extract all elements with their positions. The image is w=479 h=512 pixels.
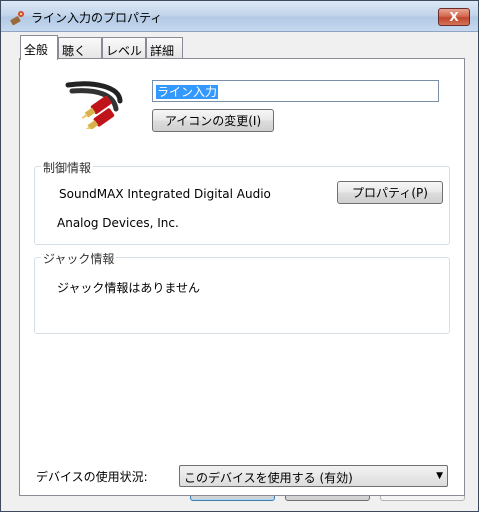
properties-dialog: ライン入力のプロパティ X 全般 聴く レベル 詳細 ライン入力 アイコンの変更…: [0, 0, 479, 512]
jack-info-text: ジャック情報はありません: [57, 281, 201, 295]
tab-advanced[interactable]: 詳細: [146, 37, 183, 59]
close-icon: X: [449, 10, 459, 24]
controller-manufacturer: Analog Devices, Inc.: [57, 216, 179, 230]
device-name-input[interactable]: ライン入力: [152, 80, 439, 102]
tab-general-label: 全般: [24, 43, 49, 57]
tab-advanced-label: 詳細: [150, 44, 175, 58]
rca-cable-icon: [65, 81, 123, 129]
general-tab-panel: ライン入力 アイコンの変更(I) 制御情報 SoundMAX Integrate…: [19, 58, 465, 496]
tab-levels-label: レベル: [106, 44, 143, 58]
controller-properties-button[interactable]: プロパティ(P): [337, 181, 443, 204]
device-usage-selected: このデバイスを使用する (有効): [184, 471, 353, 485]
title-bar[interactable]: ライン入力のプロパティ X: [1, 1, 478, 32]
dropdown-arrow-icon: ▼: [436, 471, 443, 481]
speaker-app-icon: [10, 11, 24, 25]
change-icon-button[interactable]: アイコンの変更(I): [152, 109, 274, 132]
device-usage-label: デバイスの使用状況:: [36, 470, 148, 484]
close-button[interactable]: X: [438, 8, 470, 26]
device-usage-select[interactable]: このデバイスを使用する (有効) ▼: [179, 465, 448, 487]
tab-general[interactable]: 全般: [20, 35, 58, 60]
jack-info-group: ジャック情報 ジャック情報はありません: [34, 250, 450, 334]
controller-info-group: 制御情報 SoundMAX Integrated Digital Audio プ…: [34, 159, 450, 245]
jack-info-label: ジャック情報: [41, 250, 117, 267]
dialog-client-area: 全般 聴く レベル 詳細 ライン入力 アイコンの変更(I) 制御情報 Sound…: [2, 33, 478, 511]
controller-info-label: 制御情報: [41, 159, 94, 176]
tab-levels[interactable]: レベル: [102, 37, 146, 59]
tab-listen-label: 聴く: [62, 44, 87, 58]
window-title: ライン入力のプロパティ: [31, 11, 163, 25]
device-name-value: ライン入力: [156, 85, 219, 99]
controller-name: SoundMAX Integrated Digital Audio: [59, 187, 271, 201]
tab-listen[interactable]: 聴く: [58, 37, 102, 59]
